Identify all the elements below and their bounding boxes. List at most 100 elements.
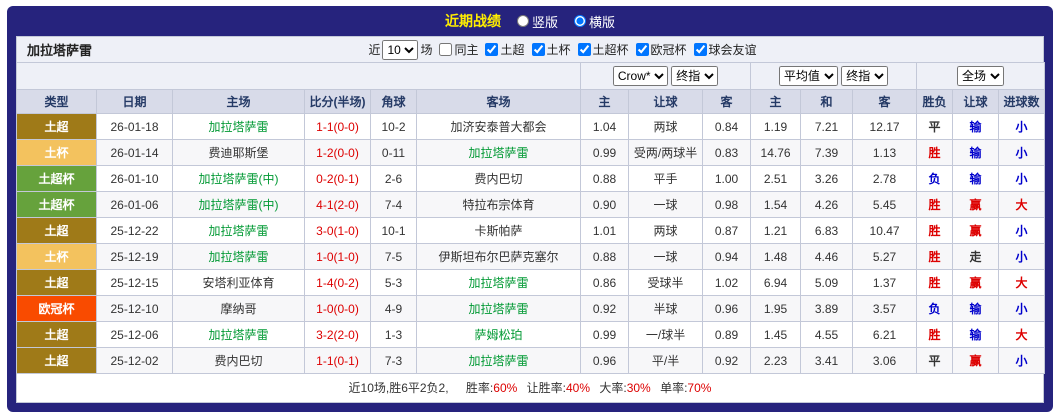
home-team-link[interactable]: 加拉塔萨雷(中) [172,165,305,192]
home-team-link[interactable]: 加拉塔萨雷 [172,321,305,348]
ucl-checkbox[interactable] [635,43,649,56]
scope-select[interactable]: 全场 [957,66,1005,86]
ah-home-odds: 0.99 [580,139,630,166]
goals-result: 小 [998,243,1046,270]
same-home-checkbox[interactable] [439,43,453,56]
eu-draw-odds: 7.39 [800,139,854,166]
away-team-link[interactable]: 萨姆松珀 [415,321,582,348]
home-team-link[interactable]: 加拉塔萨雷 [172,217,305,244]
away-team-link[interactable]: 伊斯坦布尔巴萨克塞尔 [415,243,582,270]
eu-draw-odds: 6.83 [800,217,854,244]
score-cell: 1-1(0-1) [304,347,371,374]
home-team-link[interactable]: 加拉塔萨雷 [172,113,305,140]
ah-away-odds: 1.02 [702,269,752,296]
eu-home-odds: 1.45 [750,321,802,348]
col-header-eu-home: 主 [750,89,802,114]
home-team-link[interactable]: 加拉塔萨雷 [172,243,305,270]
bookmaker-stage-select[interactable]: 终指 [671,66,719,86]
eu-home-odds: 2.23 [750,347,802,374]
away-team-link[interactable]: 加拉塔萨雷 [415,295,582,322]
away-team-link[interactable]: 特拉布宗体育 [415,191,582,218]
score-cell: 4-1(2-0) [304,191,371,218]
eu-home-odds: 14.76 [750,139,802,166]
col-header-ah-result: 让球 [952,89,1000,114]
topbar: 近期战绩 竖版 横版 [16,6,1044,36]
ah-away-odds: 0.84 [702,113,752,140]
league-badge: 欧冠杯 [16,295,97,322]
away-team-link[interactable]: 卡斯帕萨 [415,217,582,244]
handicap-result: 赢 [952,191,1000,218]
eu-home-odds: 1.48 [750,243,802,270]
eu-away-odds: 5.27 [852,243,918,270]
table-row: 欧冠杯 25-12-10 摩纳哥 1-0(0-0) 4-9 加拉塔萨雷 0.92… [16,295,1046,322]
col-header-score: 比分(半场) [304,89,371,114]
europe-odds-selectors: 平均值 终指 [750,62,918,90]
goals-result: 小 [998,165,1046,192]
match-result: 平 [916,347,954,374]
handicap-result: 赢 [952,269,1000,296]
col-header-result: 胜负 [916,89,954,114]
team-title: 加拉塔萨雷 [27,43,93,58]
cup-checkbox[interactable] [531,43,545,56]
table-row: 土超 25-12-06 加拉塔萨雷 3-2(2-0) 1-3 萨姆松珀 0.99… [16,321,1046,348]
recent-count-select[interactable]: 10 [382,39,419,60]
ah-away-odds: 0.83 [702,139,752,166]
filter-super-cup[interactable]: 土超杯 [577,41,629,58]
table-row: 土超 25-12-22 加拉塔萨雷 3-0(1-0) 10-1 卡斯帕萨 1.0… [16,217,1046,244]
table-row: 土超 25-12-15 安塔利亚体育 1-4(0-2) 5-3 加拉塔萨雷 0.… [16,269,1046,296]
friendly-checkbox[interactable] [693,43,707,56]
filter-same-home[interactable]: 同主 [439,41,478,58]
away-team-link[interactable]: 费内巴切 [415,165,582,192]
super-cup-checkbox[interactable] [577,43,591,56]
scope-selector: 全场 [916,62,1046,90]
ah-handicap: 受球半 [628,269,704,296]
content-panel: 加拉塔萨雷 近 10 场 同主 土超 土杯 土超杯 欧冠杯 球会友谊 Crow*… [15,36,1046,403]
home-team-link[interactable]: 安塔利亚体育 [172,269,305,296]
filter-label: 欧冠杯 [650,43,687,57]
horizontal-view-radio[interactable] [574,15,586,27]
goals-result: 大 [998,321,1046,348]
corner-score: 10-1 [370,217,417,244]
ah-away-odds: 0.92 [702,347,752,374]
corner-score: 4-9 [370,295,417,322]
filter-ucl[interactable]: 欧冠杯 [635,41,687,58]
ah-home-odds: 0.88 [580,165,630,192]
away-team-link[interactable]: 加拉塔萨雷 [415,347,582,374]
home-team-link[interactable]: 费内巴切 [172,347,305,374]
match-date: 25-12-02 [96,347,173,374]
filter-super-league[interactable]: 土超 [485,41,525,58]
handicap-win-rate-label: 让胜率: [526,381,566,395]
match-result: 胜 [916,243,954,270]
view-option-horizontal[interactable]: 横版 [574,12,615,31]
filter-friendly[interactable]: 球会友谊 [693,41,757,58]
bookmaker-select[interactable]: Crow* [612,66,668,86]
europe-stage-select[interactable]: 终指 [841,66,889,86]
col-header-handicap: 让球 [628,89,704,114]
eu-away-odds: 6.21 [852,321,918,348]
super-league-checkbox[interactable] [485,43,499,56]
league-badge: 土超 [16,217,97,244]
filter-cup[interactable]: 土杯 [531,41,571,58]
eu-away-odds: 12.17 [852,113,918,140]
table-row: 土超 25-12-02 费内巴切 1-1(0-1) 7-3 加拉塔萨雷 0.96… [16,347,1046,374]
view-option-vertical[interactable]: 竖版 [516,12,558,31]
vertical-view-label: 竖版 [531,14,558,30]
eu-draw-odds: 3.41 [800,347,854,374]
vertical-view-radio[interactable] [516,15,529,27]
home-team-link[interactable]: 摩纳哥 [172,295,305,322]
eu-home-odds: 1.19 [750,113,802,140]
match-date: 25-12-15 [96,269,173,296]
europe-odds-select[interactable]: 平均值 [778,66,838,86]
away-team-link[interactable]: 加济安泰普大都会 [415,113,582,140]
goals-result: 大 [998,269,1046,296]
over-rate-value: 30% [626,381,651,395]
win-rate-value: 60% [493,381,518,395]
away-team-link[interactable]: 加拉塔萨雷 [415,269,582,296]
col-header-date: 日期 [96,89,173,114]
away-team-link[interactable]: 加拉塔萨雷 [415,139,582,166]
home-team-link[interactable]: 加拉塔萨雷(中) [172,191,305,218]
home-team-link[interactable]: 费迪耶斯堡 [172,139,305,166]
ah-handicap: 平手 [628,165,704,192]
filter-label: 土杯 [546,43,571,57]
odd-rate-value: 70% [687,381,712,395]
